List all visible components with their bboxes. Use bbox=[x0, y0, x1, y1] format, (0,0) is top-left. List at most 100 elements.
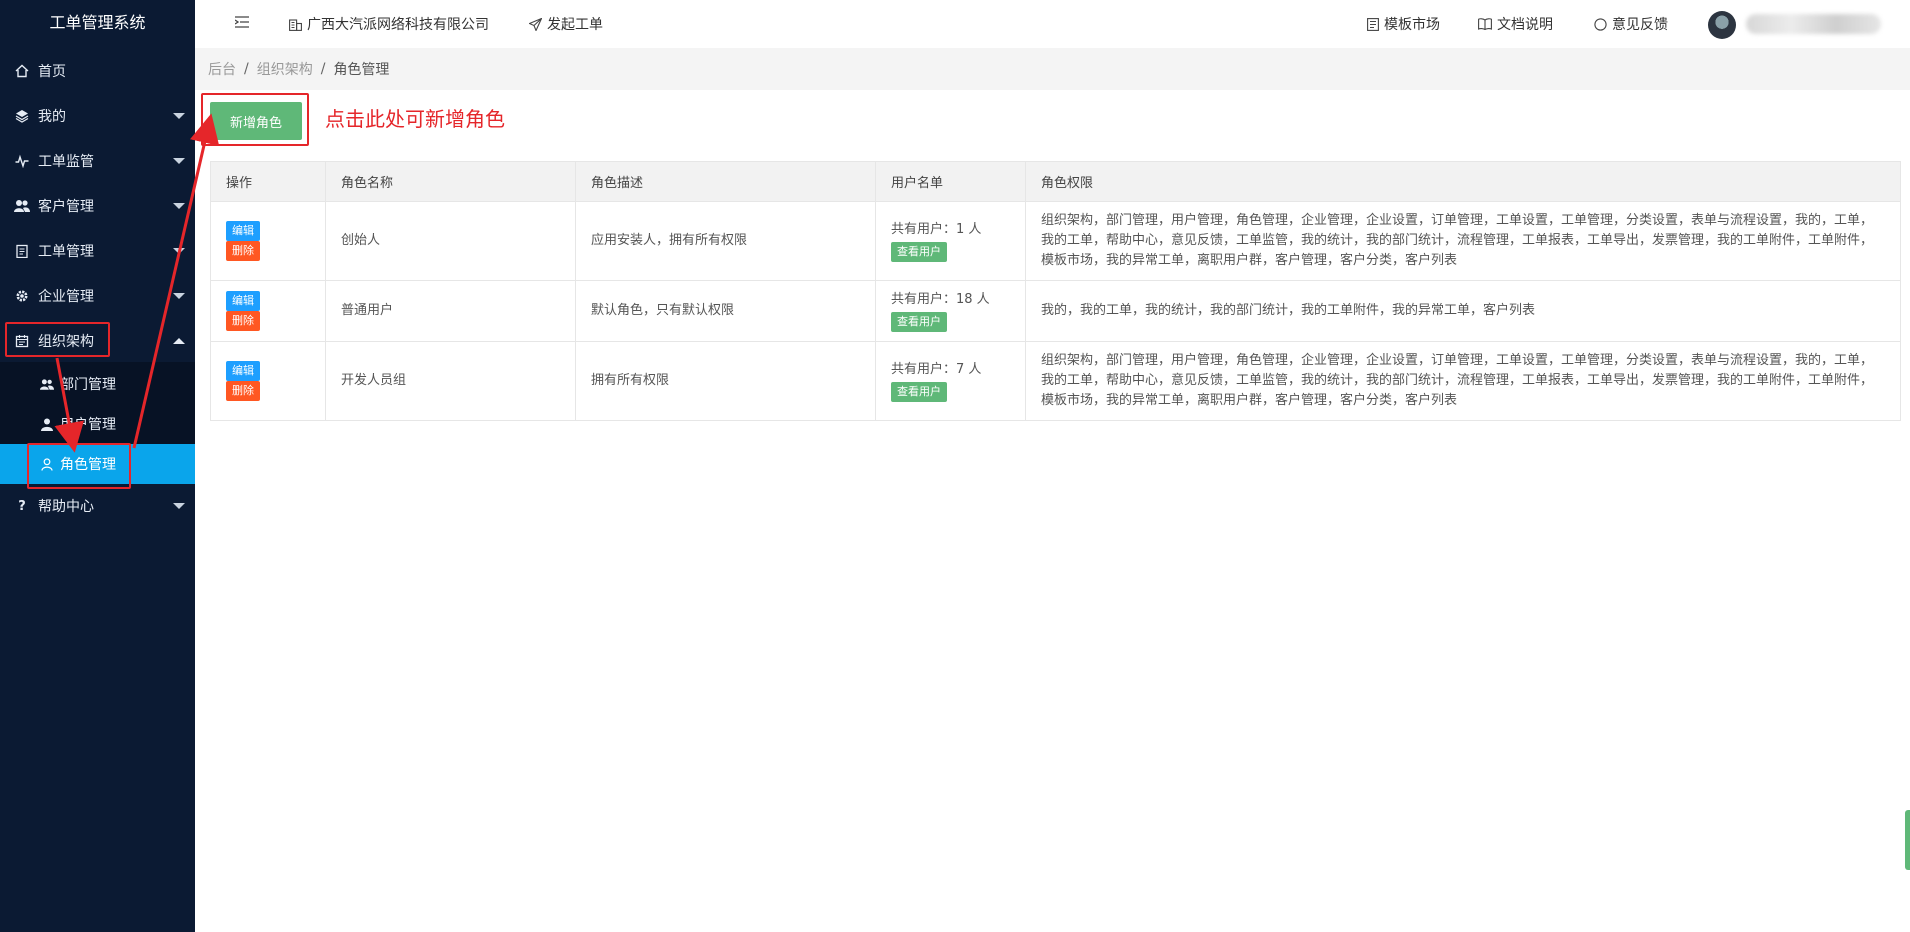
feedback-label: 意见反馈 bbox=[1612, 17, 1668, 33]
sidebar-item-roles[interactable]: 角色管理 bbox=[0, 444, 195, 484]
top-header: 广西大汽派网络科技有限公司 发起工单 模板市场 文档说明 意见反馈 bbox=[195, 0, 1910, 49]
sidebar-item-label: 部门管理 bbox=[60, 377, 116, 393]
docs-link[interactable]: 文档说明 bbox=[1478, 0, 1553, 48]
calendar-icon bbox=[14, 333, 30, 349]
avatar[interactable] bbox=[1708, 11, 1736, 39]
role-permissions: 组织架构，部门管理，用户管理，角色管理，企业管理，企业设置，订单管理，工单设置，… bbox=[1025, 201, 1901, 281]
role-name: 创始人 bbox=[325, 201, 576, 281]
sidebar-item-users[interactable]: 用户管理 bbox=[0, 404, 195, 444]
group-icon bbox=[40, 377, 54, 391]
breadcrumb-separator: / bbox=[244, 61, 249, 77]
column-header: 角色描述 bbox=[575, 161, 876, 202]
view-users-button[interactable]: 查看用户 bbox=[891, 242, 947, 262]
chevron-down-icon bbox=[173, 113, 185, 119]
sidebar-item-enterprise[interactable]: 企业管理 bbox=[0, 274, 195, 318]
sidebar-item-label: 组织架构 bbox=[38, 334, 94, 350]
template-market-label: 模板市场 bbox=[1384, 17, 1440, 33]
column-header: 操作 bbox=[210, 161, 326, 202]
chevron-down-icon bbox=[173, 503, 185, 509]
home-icon bbox=[14, 63, 30, 79]
book-icon bbox=[1478, 18, 1492, 30]
users-cell: 共有用户：7 人 查看用户 bbox=[875, 341, 1026, 421]
table-row: 编辑删除 普通用户 默认角色，只有默认权限 共有用户：18 人 查看用户 我的，… bbox=[210, 280, 1901, 342]
chat-icon bbox=[1594, 17, 1607, 31]
sidebar-item-customers[interactable]: 客户管理 bbox=[0, 184, 195, 228]
layers-icon bbox=[14, 108, 30, 124]
chevron-down-icon bbox=[173, 203, 185, 209]
role-permissions: 我的，我的工单，我的统计，我的部门统计，我的工单附件，我的异常工单，客户列表 bbox=[1025, 280, 1901, 342]
menu-fold-icon bbox=[234, 16, 249, 32]
side-feedback-tab[interactable] bbox=[1905, 810, 1910, 870]
user-count: 共有用户：1 人 bbox=[891, 222, 982, 237]
delete-button[interactable]: 删除 bbox=[226, 311, 260, 331]
sidebar-item-mine[interactable]: 我的 bbox=[0, 94, 195, 138]
view-users-button[interactable]: 查看用户 bbox=[891, 382, 947, 402]
template-market-link[interactable]: 模板市场 bbox=[1367, 0, 1440, 48]
person-outline-icon bbox=[40, 457, 54, 471]
sidebar-item-departments[interactable]: 部门管理 bbox=[0, 364, 195, 404]
column-header: 用户名单 bbox=[875, 161, 1026, 202]
role-desc: 默认角色，只有默认权限 bbox=[575, 280, 876, 342]
sidebar-item-label: 帮助中心 bbox=[38, 499, 94, 515]
delete-button[interactable]: 删除 bbox=[226, 241, 260, 261]
sidebar-item-monitor[interactable]: 工单监管 bbox=[0, 139, 195, 183]
feedback-link[interactable]: 意见反馈 bbox=[1594, 0, 1668, 48]
column-header: 角色名称 bbox=[325, 161, 576, 202]
launch-ticket-label: 发起工单 bbox=[547, 17, 603, 33]
add-role-button[interactable]: 新增角色 bbox=[210, 102, 302, 140]
breadcrumb: 后台 / 组织架构 / 角色管理 bbox=[208, 48, 389, 90]
delete-button[interactable]: 删除 bbox=[226, 381, 260, 401]
user-icon bbox=[40, 417, 54, 431]
template-icon bbox=[1367, 17, 1379, 31]
column-header: 角色权限 bbox=[1025, 161, 1901, 202]
breadcrumb-bar: 后台 / 组织架构 / 角色管理 bbox=[195, 48, 1910, 90]
users-cell: 共有用户：18 人 查看用户 bbox=[875, 280, 1026, 342]
table-header-row: 操作 角色名称 角色描述 用户名单 角色权限 bbox=[210, 161, 1901, 202]
sidebar-item-label: 企业管理 bbox=[38, 289, 94, 305]
chevron-down-icon bbox=[173, 248, 185, 254]
breadcrumb-item[interactable]: 后台 bbox=[208, 59, 236, 79]
users-cell: 共有用户：1 人 查看用户 bbox=[875, 201, 1026, 281]
launch-ticket-link[interactable]: 发起工单 bbox=[529, 0, 603, 48]
roles-table: 操作 角色名称 角色描述 用户名单 角色权限 编辑删除 创始人 应用安装人，拥有… bbox=[210, 161, 1901, 421]
breadcrumb-item[interactable]: 组织架构 bbox=[257, 59, 313, 79]
user-count: 共有用户：7 人 bbox=[891, 362, 982, 377]
edit-button[interactable]: 编辑 bbox=[226, 291, 260, 311]
sidebar-item-label: 我的 bbox=[38, 109, 66, 125]
company-icon bbox=[289, 18, 302, 31]
company-switch[interactable]: 广西大汽派网络科技有限公司 bbox=[289, 0, 489, 48]
question-icon: ? bbox=[18, 498, 26, 514]
pulse-icon bbox=[14, 153, 30, 169]
sidebar-item-label: 用户管理 bbox=[60, 417, 116, 433]
docs-label: 文档说明 bbox=[1497, 17, 1553, 33]
edit-button[interactable]: 编辑 bbox=[226, 361, 260, 381]
sidebar-item-label: 工单管理 bbox=[38, 244, 94, 260]
org-submenu: 部门管理 用户管理 角色管理 bbox=[0, 362, 195, 484]
annotation-text: 点击此处可新增角色 bbox=[325, 107, 505, 131]
sidebar-item-org[interactable]: 组织架构 bbox=[0, 319, 195, 363]
table-row: 编辑删除 创始人 应用安装人，拥有所有权限 共有用户：1 人 查看用户 组织架构… bbox=[210, 201, 1901, 281]
breadcrumb-current: 角色管理 bbox=[333, 62, 390, 78]
clipboard-icon bbox=[14, 243, 30, 259]
user-name-blurred[interactable] bbox=[1746, 14, 1881, 34]
role-permissions: 组织架构，部门管理，用户管理，角色管理，企业管理，企业设置，订单管理，工单设置，… bbox=[1025, 341, 1901, 421]
send-icon bbox=[529, 17, 542, 31]
actions-cell: 编辑删除 bbox=[210, 341, 326, 421]
users-icon bbox=[14, 198, 30, 214]
sidebar-item-label: 工单监管 bbox=[38, 154, 94, 170]
main-content: 新增角色 点击此处可新增角色 操作 角色名称 角色描述 用户名单 角色权限 编辑… bbox=[195, 90, 1910, 932]
actions-cell: 编辑删除 bbox=[210, 201, 326, 281]
chevron-down-icon bbox=[173, 293, 185, 299]
sidebar-item-home[interactable]: 首页 bbox=[0, 49, 195, 93]
sidebar-item-label: 角色管理 bbox=[60, 457, 116, 473]
sidebar: 工单管理系统 首页 我的 工单监管 客户管理 工单管理 企业管理 组织架构 部门… bbox=[0, 0, 195, 932]
view-users-button[interactable]: 查看用户 bbox=[891, 312, 947, 332]
menu-toggle-button[interactable] bbox=[234, 0, 249, 48]
sidebar-item-help[interactable]: ? 帮助中心 bbox=[0, 484, 195, 528]
role-desc: 拥有所有权限 bbox=[575, 341, 876, 421]
edit-button[interactable]: 编辑 bbox=[226, 221, 260, 241]
role-name: 普通用户 bbox=[325, 280, 576, 342]
app-title: 工单管理系统 bbox=[49, 13, 146, 32]
role-name: 开发人员组 bbox=[325, 341, 576, 421]
sidebar-item-tickets[interactable]: 工单管理 bbox=[0, 229, 195, 273]
